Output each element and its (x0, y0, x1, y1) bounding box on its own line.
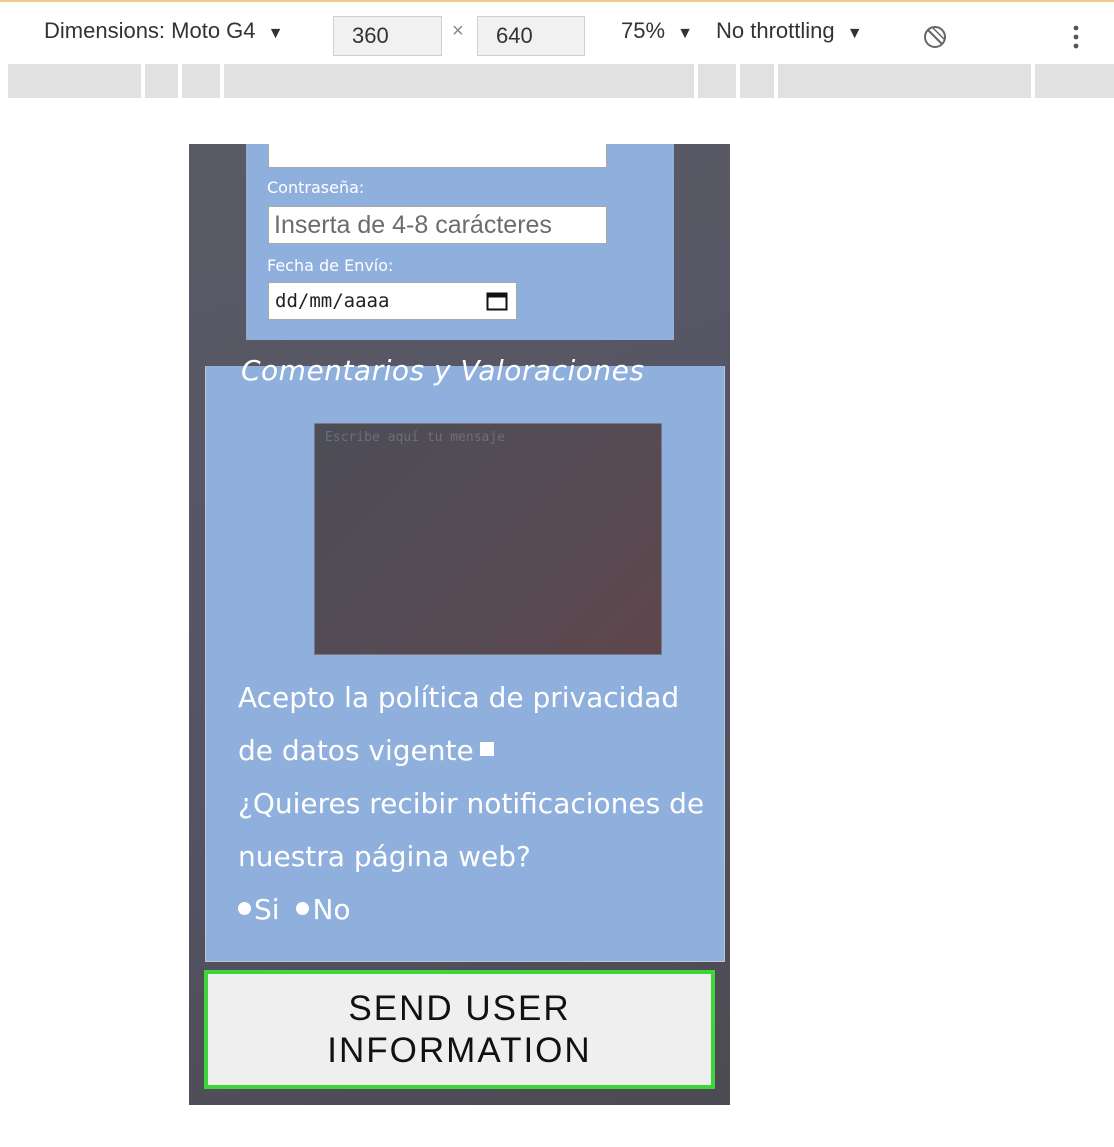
width-input[interactable]: 360 (333, 16, 442, 56)
password-label: Contraseña: (267, 178, 365, 197)
privacy-label: Acepto la política de privacidad de dato… (238, 681, 680, 767)
zoom-label: 75% (621, 18, 666, 43)
zoom-dropdown-icon: ▼ (677, 25, 694, 42)
send-user-information-button[interactable]: SEND USER INFORMATION (204, 970, 715, 1089)
email-field[interactable] (268, 144, 607, 168)
privacy-checkbox[interactable] (479, 742, 494, 756)
times-symbol: × (452, 20, 464, 42)
more-options-icon[interactable] (1068, 24, 1084, 50)
media-query-segment[interactable] (145, 64, 178, 98)
send-button-line2: INFORMATION (327, 1031, 592, 1070)
devtools-device-toolbar: Dimensions: Moto G4 ▼ 360 × 640 75% ▼ No… (0, 0, 1114, 60)
throttling-dropdown-icon: ▼ (846, 25, 863, 42)
zoom-selector[interactable]: 75% ▼ (621, 2, 693, 63)
media-query-segment[interactable] (8, 64, 141, 98)
radio-yes[interactable] (238, 901, 251, 915)
radio-no[interactable] (296, 901, 310, 915)
media-query-segment[interactable] (1035, 64, 1114, 98)
media-query-bar[interactable] (0, 64, 1114, 98)
password-field[interactable] (268, 206, 607, 244)
notifications-label: ¿Quieres recibir notificaciones de nuest… (238, 787, 705, 873)
send-button-line1: SEND USER (348, 989, 571, 1028)
radio-no-label: No (312, 893, 351, 926)
comments-title: Comentarios y Valoraciones (241, 354, 645, 387)
media-query-segment[interactable] (182, 64, 220, 98)
calendar-icon[interactable] (486, 291, 508, 311)
height-input[interactable]: 640 (477, 16, 585, 56)
date-field[interactable]: dd/mm/aaaa (268, 282, 517, 320)
throttling-label: No throttling (716, 18, 835, 43)
comments-section: Acepto la política de privacidad de dato… (205, 366, 725, 962)
media-query-segment[interactable] (698, 64, 736, 98)
device-selector-label: Dimensions: Moto G4 (44, 18, 256, 43)
media-query-segment[interactable] (740, 64, 774, 98)
radio-yes-label: Si (254, 893, 280, 926)
media-query-segment[interactable] (778, 64, 1031, 98)
throttling-selector[interactable]: No throttling ▼ (716, 2, 863, 63)
message-textarea[interactable] (314, 423, 662, 655)
consent-group: Acepto la política de privacidad de dato… (238, 671, 718, 936)
device-selector[interactable]: Dimensions: Moto G4 ▼ (44, 2, 284, 63)
device-viewport: Contraseña: Fecha de Envío: dd/mm/aaaa A… (189, 144, 730, 1105)
media-query-segment[interactable] (224, 64, 694, 98)
rotate-icon[interactable] (922, 24, 948, 50)
date-field-value: dd/mm/aaaa (275, 290, 390, 312)
date-label: Fecha de Envío: (267, 256, 394, 275)
device-dropdown-icon: ▼ (267, 25, 284, 42)
user-form-section: Contraseña: Fecha de Envío: dd/mm/aaaa (246, 144, 674, 340)
